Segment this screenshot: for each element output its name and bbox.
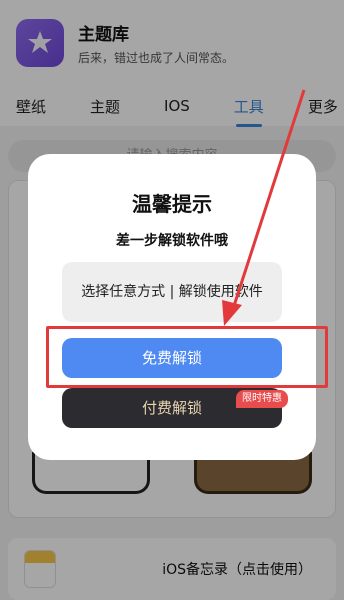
dialog-subtitle: 差一步解锁软件哦: [116, 233, 228, 249]
choose-method-text: 选择任意方式 | 解锁使用软件: [62, 262, 282, 322]
unlock-dialog: 温馨提示 差一步解锁软件哦 选择任意方式 | 解锁使用软件 免费解锁 付费解锁 …: [28, 154, 328, 460]
limited-offer-badge: 限时特惠: [236, 390, 288, 408]
dialog-title: 温馨提示: [132, 192, 212, 216]
free-unlock-button[interactable]: 免费解锁: [62, 338, 282, 378]
